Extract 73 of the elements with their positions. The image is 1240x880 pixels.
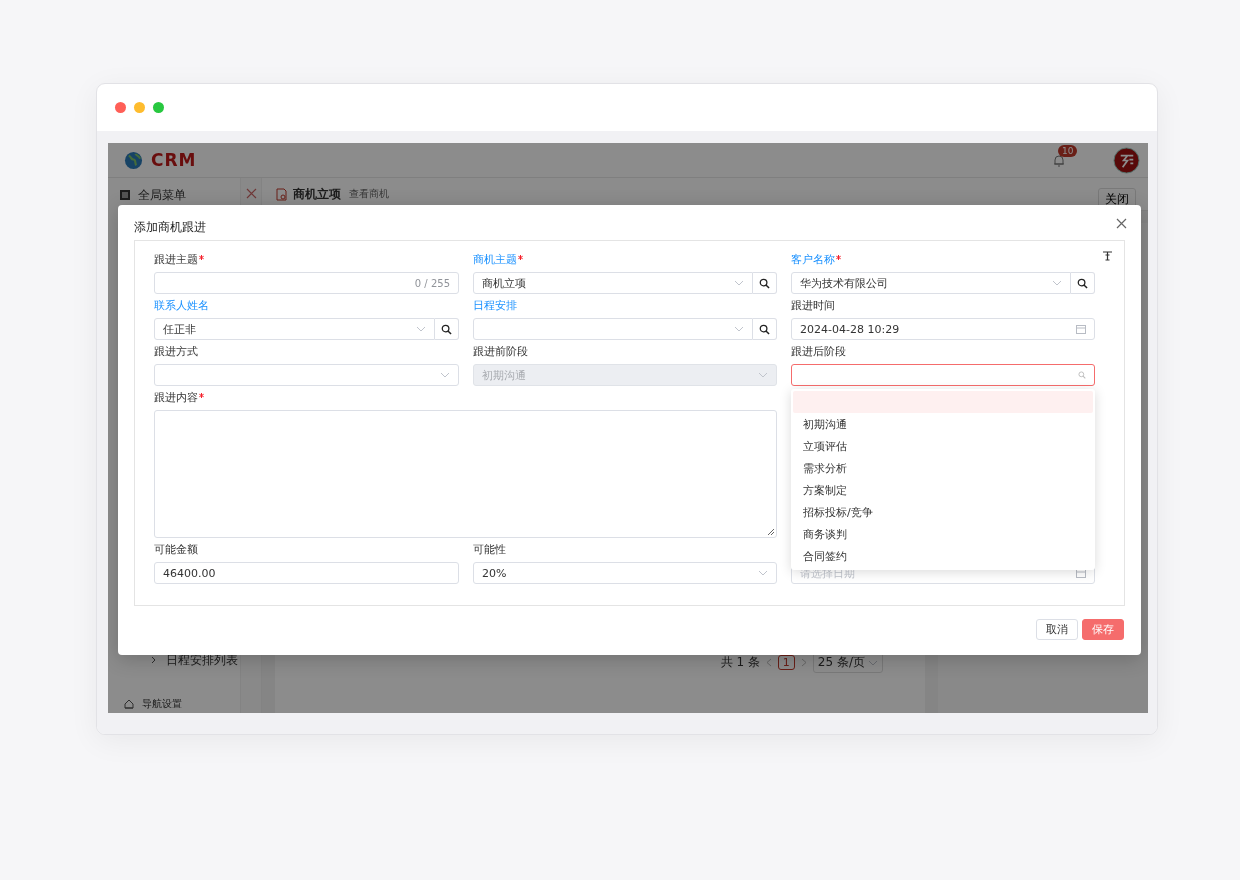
field-label: 跟进方式 — [154, 346, 198, 358]
sidebar-item[interactable]: 导航设置 — [112, 693, 194, 713]
resize-handle-icon[interactable] — [768, 529, 774, 535]
next-page-icon[interactable] — [800, 658, 807, 667]
cancel-button[interactable]: 取消 — [1036, 619, 1078, 640]
total-count: 共 1 条 — [720, 654, 760, 671]
select-field[interactable] — [154, 364, 459, 386]
window-close-control[interactable] — [115, 102, 126, 113]
chevron-down-icon — [758, 570, 768, 576]
chevron-right-icon — [150, 656, 158, 664]
calendar-icon — [1076, 324, 1086, 334]
field-link[interactable]: 商机主题 — [473, 254, 517, 266]
select-field[interactable]: 商机立项 — [473, 272, 753, 294]
field-link[interactable]: 日程安排 — [473, 300, 517, 312]
select-field[interactable] — [473, 318, 753, 340]
chevron-down-icon — [868, 659, 878, 666]
page-tab[interactable]: 商机立项 — [276, 185, 341, 203]
search-select-field[interactable] — [791, 364, 1095, 386]
chevron-down-icon — [440, 372, 450, 378]
bell-icon[interactable] — [1053, 153, 1065, 167]
search-icon — [1078, 371, 1086, 379]
globe-icon — [124, 150, 143, 170]
search-icon — [759, 277, 770, 289]
previous-page-icon[interactable] — [765, 658, 772, 667]
field-label: 跟进时间 — [791, 300, 835, 312]
close-icon — [245, 188, 257, 199]
dropdown-option[interactable]: 方案制定 — [793, 479, 1093, 501]
app-logo: CRM — [151, 150, 197, 170]
window-minimize-control[interactable] — [134, 102, 145, 113]
avatar-icon[interactable] — [1113, 146, 1140, 174]
search-button[interactable] — [753, 272, 777, 294]
dropdown-option[interactable]: 初期沟通 — [793, 413, 1093, 435]
field-link[interactable]: 客户名称 — [791, 254, 835, 266]
field-label: 跟进内容 — [154, 392, 198, 404]
close-icon — [1116, 218, 1127, 229]
text-field[interactable]: 46400.00 — [154, 562, 459, 584]
field-link[interactable]: 联系人姓名 — [154, 300, 209, 312]
chevron-down-icon — [416, 326, 426, 332]
dropdown-option[interactable]: 需求分析 — [793, 457, 1093, 479]
select-field[interactable]: 任正非 — [154, 318, 435, 340]
field-label: 跟进主题 — [154, 254, 198, 266]
search-icon — [1077, 277, 1088, 289]
select-field[interactable]: 20% — [473, 562, 777, 584]
field-label: 跟进后阶段 — [791, 346, 846, 358]
field-label: 可能性 — [473, 544, 506, 556]
home-icon — [124, 699, 134, 709]
page-number[interactable]: 1 — [777, 655, 795, 670]
chevron-down-icon — [734, 326, 744, 332]
align-top-icon[interactable] — [1103, 251, 1112, 261]
search-button[interactable] — [753, 318, 777, 340]
date-field[interactable]: 2024-04-28 10:29 — [791, 318, 1095, 340]
search-icon — [441, 323, 452, 335]
chevron-down-icon — [758, 372, 768, 378]
notification-badge: 10 — [1058, 144, 1078, 157]
dialog-title: 添加商机跟进 — [134, 218, 206, 236]
text-field[interactable]: 0 / 255 — [154, 272, 459, 294]
field-label: 可能金额 — [154, 544, 198, 556]
breadcrumb: 查看商机 — [349, 187, 389, 201]
dropdown-option[interactable]: 商务谈判 — [793, 523, 1093, 545]
calendar-icon — [1076, 568, 1086, 578]
dropdown-option[interactable]: 立项评估 — [793, 435, 1093, 457]
field-label: 跟进前阶段 — [473, 346, 528, 358]
chevron-down-icon — [1052, 280, 1062, 286]
chevron-down-icon — [734, 280, 744, 286]
select-field[interactable]: 华为技术有限公司 — [791, 272, 1071, 294]
menu-icon — [120, 190, 130, 200]
search-button[interactable] — [435, 318, 459, 340]
search-icon — [759, 323, 770, 335]
dropdown-option[interactable]: 招标投标/竞争 — [793, 501, 1093, 523]
search-button[interactable] — [1071, 272, 1095, 294]
document-icon — [276, 187, 287, 201]
character-counter: 0 / 255 — [414, 277, 450, 289]
window-maximize-control[interactable] — [153, 102, 164, 113]
